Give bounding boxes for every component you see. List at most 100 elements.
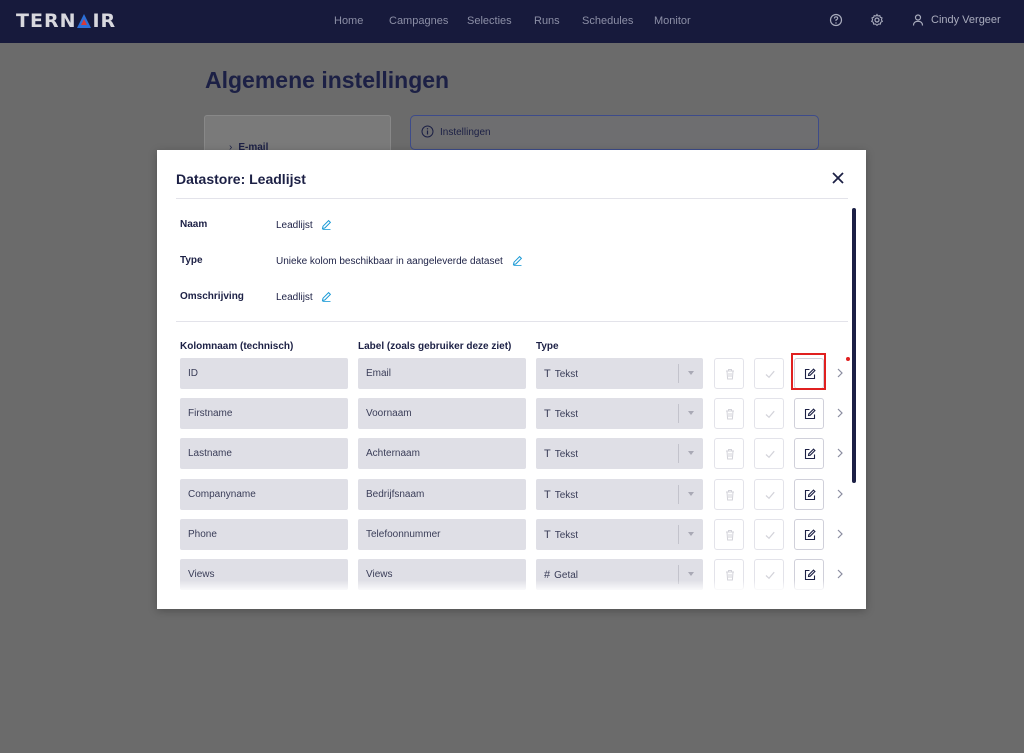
chevron-right-icon[interactable] <box>835 407 845 419</box>
chevron-down-icon <box>688 572 694 576</box>
edit-button[interactable] <box>794 438 824 469</box>
meta-label-omschrijving: Omschrijving <box>180 291 244 302</box>
top-navbar: TERN IR Home Campagnes Selecties Runs Sch… <box>0 0 1024 43</box>
divider <box>176 198 848 199</box>
chevron-right-icon[interactable] <box>835 488 845 500</box>
meta-value-omschrijving: Leadlijst <box>276 291 332 303</box>
trash-icon <box>726 369 734 380</box>
trash-icon <box>726 409 734 420</box>
delete-button[interactable] <box>714 358 744 389</box>
nav-selecties[interactable]: Selecties <box>467 15 512 27</box>
notification-dot <box>846 357 850 361</box>
meta-label-type: Type <box>180 255 203 266</box>
user-icon[interactable] <box>911 13 925 27</box>
page-title: Algemene instellingen <box>205 67 450 93</box>
check-icon <box>765 531 775 540</box>
chevron-right-icon[interactable] <box>835 367 845 379</box>
modal-title: Datastore: Leadlijst <box>176 171 306 187</box>
nav-home[interactable]: Home <box>334 15 363 27</box>
label-field[interactable]: Achternaam <box>358 438 526 469</box>
chevron-down-icon <box>688 371 694 375</box>
edit-button[interactable] <box>794 398 824 429</box>
edit-icon <box>804 448 816 460</box>
technical-name-field[interactable]: Phone <box>180 519 348 550</box>
technical-name-field[interactable]: ID <box>180 358 348 389</box>
user-name[interactable]: Cindy Vergeer <box>931 14 1001 26</box>
logo[interactable]: TERN IR <box>16 10 116 32</box>
text-type-icon: T <box>544 408 551 420</box>
nav-monitor[interactable]: Monitor <box>654 15 691 27</box>
pencil-icon[interactable] <box>512 255 523 266</box>
nav-campagnes[interactable]: Campagnes <box>389 15 448 27</box>
trash-icon <box>726 449 734 460</box>
label-field[interactable]: Telefoonnummer <box>358 519 526 550</box>
delete-button[interactable] <box>714 479 744 510</box>
edit-icon <box>804 408 816 420</box>
gear-icon[interactable] <box>870 13 884 27</box>
edit-button[interactable] <box>794 479 824 510</box>
confirm-button[interactable] <box>754 398 784 429</box>
edit-button[interactable] <box>794 519 824 550</box>
chevron-right-icon[interactable] <box>835 447 845 459</box>
info-icon <box>421 125 434 138</box>
meta-value-type: Unieke kolom beschikbaar in aangeleverde… <box>276 255 523 267</box>
confirm-button[interactable] <box>754 438 784 469</box>
trash-icon <box>726 530 734 541</box>
highlight-box <box>791 353 826 390</box>
trash-icon <box>726 490 734 501</box>
pencil-icon[interactable] <box>321 291 332 302</box>
column-header-type: Type <box>536 341 559 352</box>
datastore-modal: Datastore: Leadlijst Naam Leadlijst Type… <box>157 150 866 609</box>
delete-button[interactable] <box>714 519 744 550</box>
table-row: Lastname Achternaam T Tekst <box>157 438 866 470</box>
help-icon[interactable] <box>829 13 843 27</box>
check-icon <box>765 491 775 500</box>
delete-button[interactable] <box>714 398 744 429</box>
confirm-button[interactable] <box>754 479 784 510</box>
type-select[interactable]: T Tekst <box>536 519 703 550</box>
meta-label-naam: Naam <box>180 219 208 230</box>
confirm-button[interactable] <box>754 358 784 389</box>
label-field[interactable]: Email <box>358 358 526 389</box>
nav-schedules[interactable]: Schedules <box>582 15 633 27</box>
chevron-right-icon[interactable] <box>835 568 845 580</box>
table-row: Phone Telefoonnummer T Tekst <box>157 519 866 551</box>
edit-icon <box>804 489 816 501</box>
edit-icon <box>804 529 816 541</box>
technical-name-field[interactable]: Companyname <box>180 479 348 510</box>
delete-button[interactable] <box>714 438 744 469</box>
type-select[interactable]: T Tekst <box>536 479 703 510</box>
confirm-button[interactable] <box>754 519 784 550</box>
column-header-technical: Kolomnaam (technisch) <box>180 341 294 352</box>
text-type-icon: T <box>544 448 551 460</box>
table-row: ID Email T Tekst <box>157 353 866 390</box>
divider <box>176 321 848 322</box>
label-field[interactable]: Bedrijfsnaam <box>358 479 526 510</box>
technical-name-field[interactable]: Firstname <box>180 398 348 429</box>
nav-runs[interactable]: Runs <box>534 15 560 27</box>
scroll-fade <box>176 580 846 592</box>
table-row: Companyname Bedrijfsnaam T Tekst <box>157 479 866 511</box>
chevron-down-icon <box>688 492 694 496</box>
text-type-icon: T <box>544 529 551 541</box>
column-header-label: Label (zoals gebruiker deze ziet) <box>358 341 512 352</box>
type-select[interactable]: T Tekst <box>536 358 703 389</box>
chevron-down-icon <box>688 451 694 455</box>
meta-value-naam: Leadlijst <box>276 219 332 231</box>
check-icon <box>765 410 775 419</box>
settings-label: Instellingen <box>440 127 491 138</box>
pencil-icon[interactable] <box>321 219 332 230</box>
technical-name-field[interactable]: Lastname <box>180 438 348 469</box>
chevron-down-icon <box>688 411 694 415</box>
table-row: Firstname Voornaam T Tekst <box>157 398 866 430</box>
text-type-icon: T <box>544 368 551 380</box>
type-select[interactable]: T Tekst <box>536 398 703 429</box>
text-type-icon: T <box>544 489 551 501</box>
type-select[interactable]: T Tekst <box>536 438 703 469</box>
check-icon <box>765 370 775 379</box>
check-icon <box>765 450 775 459</box>
chevron-down-icon <box>688 532 694 536</box>
close-icon[interactable] <box>830 170 846 186</box>
label-field[interactable]: Voornaam <box>358 398 526 429</box>
chevron-right-icon[interactable] <box>835 528 845 540</box>
